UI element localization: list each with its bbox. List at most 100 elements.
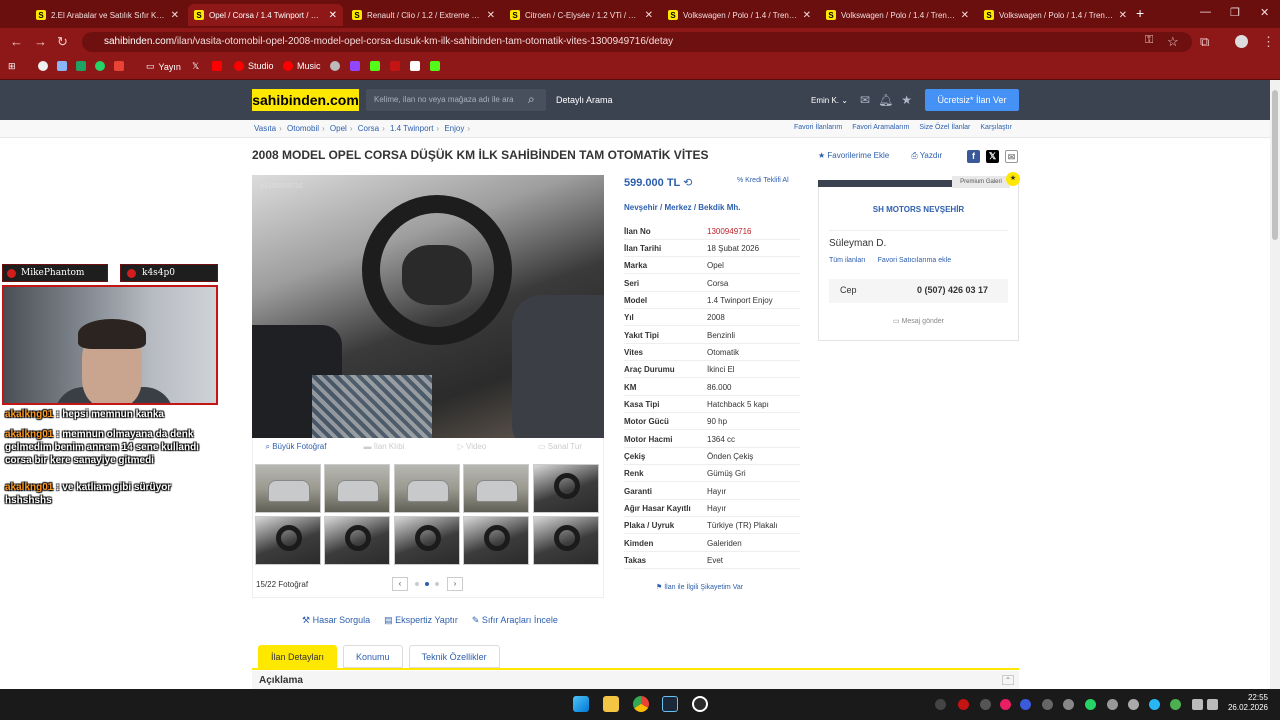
mail-icon[interactable]: ✉: [860, 93, 870, 107]
bookmark-star-icon[interactable]: ☆: [1167, 34, 1179, 50]
favorite-searches-link[interactable]: Favori Aramalarım: [852, 124, 909, 131]
new-tab-icon[interactable]: +: [1136, 5, 1144, 21]
file-explorer-icon[interactable]: [603, 696, 619, 712]
close-tab-icon[interactable]: ✕: [961, 10, 969, 21]
chrome-bookmark-icon[interactable]: [38, 61, 48, 71]
breadcrumb-item[interactable]: Corsa: [358, 124, 379, 133]
tray-icon[interactable]: [1107, 699, 1118, 710]
photo-thumbnail[interactable]: [463, 516, 529, 565]
photo-thumbnail[interactable]: [463, 464, 529, 513]
complaint-link[interactable]: ⚑ İlan ile İlgili Şikayetim Var: [656, 583, 743, 591]
search-icon[interactable]: ⌕: [528, 92, 535, 107]
close-tab-icon[interactable]: ✕: [329, 10, 337, 21]
page-dot[interactable]: [415, 582, 419, 586]
favorite-seller-link[interactable]: Favori Satıcılarıma ekle: [878, 257, 952, 264]
close-tab-icon[interactable]: ✕: [645, 10, 653, 21]
browser-tab-active[interactable]: S Opel / Corsa / 1.4 Twinport / Enjoy ✕: [188, 4, 343, 26]
next-page-button[interactable]: ›: [447, 577, 463, 591]
detailed-search-link[interactable]: Detaylı Arama: [556, 95, 613, 105]
tray-icon[interactable]: [980, 699, 991, 710]
tray-icon[interactable]: [1149, 699, 1160, 710]
photo-thumbnail[interactable]: [255, 464, 321, 513]
browser-tab[interactable]: S Renault / Clio / 1.2 / Extreme / Oto ✕: [346, 4, 501, 26]
scrollbar-thumb[interactable]: [1272, 90, 1278, 240]
damage-query-link[interactable]: ⚒ Hasar Sorgula: [302, 615, 370, 626]
tray-icon[interactable]: [1128, 699, 1139, 710]
all-ads-link[interactable]: Tüm ilanları: [829, 257, 866, 264]
tab-technical[interactable]: Teknik Özellikler: [408, 645, 500, 668]
menu-icon[interactable]: ⋮: [1262, 34, 1275, 50]
credit-offer-link[interactable]: % Kredi Teklifi Al: [737, 177, 789, 184]
browser-tab[interactable]: S Volkswagen / Polo / 1.4 / Trendline ✕: [978, 4, 1133, 26]
bookmark-yayin[interactable]: ▭ Yayın: [146, 61, 181, 72]
url-input[interactable]: sahibinden.com/ilan/vasita-otomobil-opel…: [82, 32, 1192, 52]
extensions-icon[interactable]: ⧉: [1200, 34, 1209, 50]
browser-tab[interactable]: S Volkswagen / Polo / 1.4 / Trendline ✕: [662, 4, 817, 26]
system-clock[interactable]: 22:55 26.02.2026: [1224, 693, 1268, 713]
search-input[interactable]: Kelime, ilan no veya mağaza adı ile ara: [366, 89, 546, 111]
bookmark-studio[interactable]: Studio: [234, 61, 274, 71]
close-tab-icon[interactable]: ✕: [1119, 10, 1127, 21]
breadcrumb-item[interactable]: Vasıta: [254, 124, 276, 133]
photo-thumbnail[interactable]: [533, 516, 599, 565]
page-dot-active[interactable]: [425, 582, 429, 586]
profile-avatar[interactable]: [1235, 35, 1248, 48]
close-tab-icon[interactable]: ✕: [803, 10, 811, 21]
new-cars-link[interactable]: ✎ Sıfır Araçları İncele: [472, 615, 558, 626]
github-bookmark-icon[interactable]: [330, 61, 340, 71]
minimize-icon[interactable]: —: [1200, 6, 1211, 18]
sheets-bookmark-icon[interactable]: [76, 61, 86, 71]
volume-icon[interactable]: [1207, 699, 1218, 710]
password-key-icon[interactable]: ⚿: [1145, 34, 1153, 47]
user-menu[interactable]: Emin K. ⌄: [811, 96, 848, 105]
youtube-bookmark-icon[interactable]: [212, 61, 222, 71]
compare-link[interactable]: Karşılaştır: [980, 124, 1012, 131]
tab-listing-details[interactable]: İlan Detayları: [258, 645, 338, 668]
start-icon[interactable]: [573, 696, 589, 712]
tray-icon[interactable]: [1063, 699, 1074, 710]
print-button[interactable]: ⎙ Yazdır: [911, 151, 942, 161]
page-dot[interactable]: [435, 582, 439, 586]
breadcrumb-item[interactable]: Opel: [330, 124, 347, 133]
photo-thumbnail[interactable]: [394, 516, 460, 565]
tab-virtual-tour[interactable]: ▭ Sanal Tur: [516, 442, 604, 458]
bookmark-icon[interactable]: [410, 61, 420, 71]
back-icon[interactable]: ←: [10, 34, 23, 49]
star-icon[interactable]: ★: [901, 93, 912, 107]
add-favorite-button[interactable]: ★ Favorilerime Ekle: [818, 151, 889, 161]
network-icon[interactable]: [1192, 699, 1203, 710]
bookmark-music[interactable]: Music: [283, 61, 321, 71]
apps-grid-icon[interactable]: ⊞: [8, 61, 16, 72]
location[interactable]: Nevşehir / Merkez / Bekdik Mh.: [624, 203, 741, 212]
x-share-icon[interactable]: 𝕏: [986, 150, 999, 163]
browser-tab[interactable]: SCitroen / C-Elysée / 1.2 VTi / Confort✕: [504, 4, 659, 26]
tab-listing-clip[interactable]: ▬ İlan Klıbi: [340, 442, 428, 458]
prev-page-button[interactable]: ‹: [392, 577, 408, 591]
tray-icon[interactable]: [1170, 699, 1181, 710]
twitch-bookmark-icon[interactable]: [350, 61, 360, 71]
reload-icon[interactable]: ↻: [57, 34, 68, 50]
photo-thumbnail[interactable]: [255, 516, 321, 565]
chrome-icon[interactable]: [633, 696, 649, 712]
steam-icon[interactable]: [662, 696, 678, 712]
x-bookmark-icon[interactable]: 𝕏: [192, 61, 199, 72]
tab-video[interactable]: ▷ Video: [428, 442, 516, 458]
tray-icon[interactable]: [1085, 699, 1096, 710]
tab-large-photo[interactable]: ⌕ Büyük Fotoğraf: [252, 442, 340, 458]
bell-icon[interactable]: 🔔︎: [878, 93, 893, 107]
facebook-share-icon[interactable]: f: [967, 150, 980, 163]
favorite-listings-link[interactable]: Favori İlanlarım: [794, 124, 842, 131]
expertise-link[interactable]: ▤ Ekspertiz Yaptır: [384, 615, 458, 626]
photo-thumbnail[interactable]: [324, 464, 390, 513]
send-message-button[interactable]: ▭ Mesaj gönder: [818, 317, 1019, 325]
site-logo[interactable]: sahibinden.com: [252, 89, 359, 111]
close-tab-icon[interactable]: ✕: [171, 10, 179, 21]
browser-tab[interactable]: S2.El Arabalar ve Satılık Sıfır Km Araçl…: [30, 4, 185, 26]
tray-icon[interactable]: [1000, 699, 1011, 710]
price-history-icon[interactable]: ⟲: [683, 177, 692, 189]
tab-location[interactable]: Konumu: [343, 645, 403, 668]
kick-bookmark-icon[interactable]: [370, 61, 380, 71]
gemini-bookmark-icon[interactable]: [57, 61, 67, 71]
forward-icon[interactable]: →: [34, 34, 47, 49]
browser-tab[interactable]: S Volkswagen / Polo / 1.4 / Trendline ✕: [820, 4, 975, 26]
